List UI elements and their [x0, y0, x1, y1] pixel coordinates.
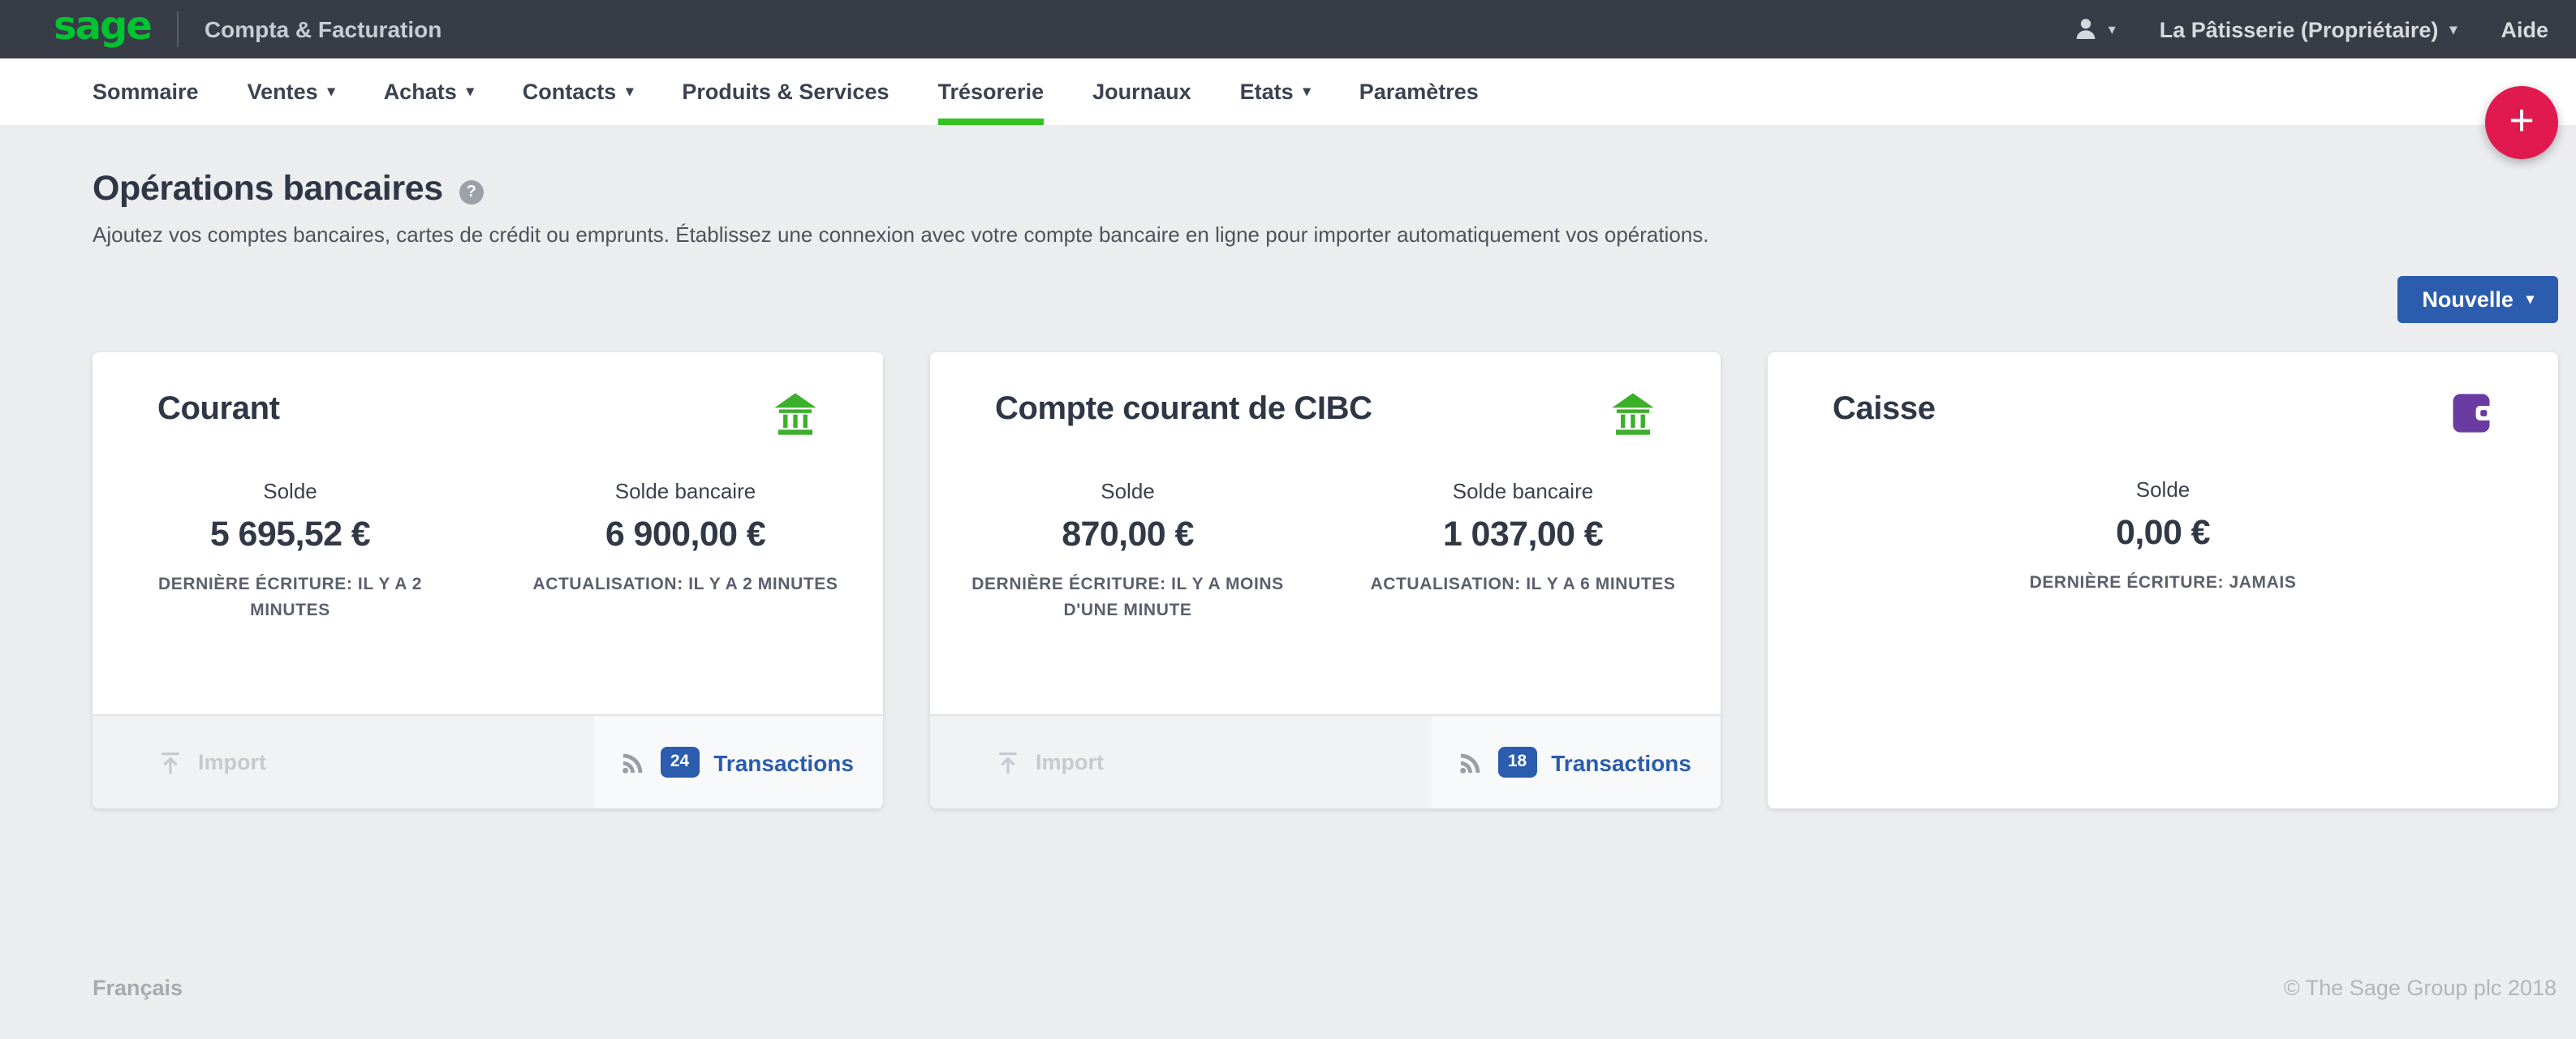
chevron-down-icon: ▾ [2449, 22, 2457, 37]
app-window: sage Compta & Facturation ▾ La Pâtisseri… [0, 0, 2576, 1039]
topbar: sage Compta & Facturation ▾ La Pâtisseri… [0, 0, 2576, 58]
app-title: Compta & Facturation [205, 16, 442, 42]
account-card-caisse: Caisse Solde 0,00 € DERNIÈRE ÉCRITURE: J… [1768, 352, 2558, 808]
feed-icon [1458, 749, 1484, 775]
bank-balance-label: Solde bancaire [1325, 479, 1721, 503]
bank-balance-value: 1 037,00 € [1325, 515, 1721, 555]
language-selector[interactable]: Français [93, 976, 183, 1000]
topbar-left: sage Compta & Facturation [54, 10, 442, 49]
topbar-right: ▾ La Pâtisserie (Propriétaire) ▾ Aide [2073, 16, 2548, 42]
plus-icon: + [2509, 98, 2535, 142]
bank-icon [1610, 391, 1656, 437]
account-cards: Courant Solde 5 695,52 € DERNIÈRE ÉCRITU… [0, 352, 2576, 808]
page-footer: Français © The Sage Group plc 2018 [93, 976, 2557, 1000]
wallet-icon [2449, 391, 2493, 435]
transactions-link[interactable]: Transactions [713, 749, 854, 775]
transactions-count-badge: 18 [1498, 748, 1536, 778]
nav-item-contacts[interactable]: Contacts▾ [523, 58, 634, 125]
page-title: Opérations bancaires [93, 169, 443, 209]
balance-note: DERNIÈRE ÉCRITURE: JAMAIS [1768, 571, 2558, 597]
add-fab-button[interactable]: + [2485, 86, 2558, 159]
chevron-down-icon: ▾ [2526, 292, 2534, 307]
divider [177, 11, 179, 47]
page-subtitle: Ajoutez vos comptes bancaires, cartes de… [0, 222, 2576, 247]
nav-item-produits-services[interactable]: Produits & Services [682, 58, 889, 125]
main-content: Opérations bancaires ? Ajoutez vos compt… [0, 125, 2576, 808]
nav-item-journaux[interactable]: Journaux [1092, 58, 1191, 125]
upload-icon [157, 749, 183, 775]
nouvelle-button[interactable]: Nouvelle ▾ [2397, 276, 2558, 323]
sage-logo[interactable]: sage [54, 6, 151, 45]
balance-value: 0,00 € [1768, 513, 2558, 554]
balance-note: DERNIÈRE ÉCRITURE: IL Y A 2 MINUTES [120, 573, 461, 624]
import-button: Import [93, 716, 266, 808]
bank-balance-note: ACTUALISATION: IL Y A 2 MINUTES [515, 573, 856, 599]
balance-value: 5 695,52 € [93, 515, 488, 555]
chevron-down-icon: ▾ [467, 84, 474, 99]
company-name: La Pâtisserie (Propriétaire) [2160, 17, 2439, 41]
chevron-down-icon: ▾ [626, 84, 633, 99]
chevron-down-icon: ▾ [2109, 22, 2116, 37]
account-name: Courant [157, 391, 280, 429]
bank-balance-label: Solde bancaire [488, 479, 883, 503]
nav-item-tresorerie[interactable]: Trésorerie [938, 58, 1045, 125]
nav-item-parametres[interactable]: Paramètres [1359, 58, 1479, 125]
copyright: © The Sage Group plc 2018 [2284, 976, 2557, 1000]
nav-item-etats[interactable]: Etats▾ [1240, 58, 1311, 125]
user-menu[interactable]: ▾ [2073, 16, 2116, 42]
balance-label: Solde [930, 479, 1325, 503]
balance-label: Solde [93, 479, 488, 503]
account-card-cibc: Compte courant de CIBC Solde 870,00 € DE… [930, 352, 1721, 808]
balance-value: 870,00 € [930, 515, 1325, 555]
nav-item-sommaire[interactable]: Sommaire [93, 58, 199, 125]
transactions-link[interactable]: Transactions [1551, 749, 1691, 775]
account-name: Compte courant de CIBC [995, 391, 1372, 429]
feed-icon [620, 749, 646, 775]
bank-icon [773, 391, 818, 437]
user-icon [2073, 16, 2099, 42]
page-head: Opérations bancaires ? [0, 169, 2576, 209]
help-link[interactable]: Aide [2501, 17, 2548, 41]
help-icon[interactable]: ? [459, 179, 484, 204]
chevron-down-icon: ▾ [328, 84, 335, 99]
chevron-down-icon: ▾ [1303, 84, 1311, 99]
account-card-courant: Courant Solde 5 695,52 € DERNIÈRE ÉCRITU… [93, 352, 883, 808]
bank-balance-note: ACTUALISATION: IL Y A 6 MINUTES [1353, 573, 1694, 599]
balance-label: Solde [1768, 477, 2558, 502]
company-menu[interactable]: La Pâtisserie (Propriétaire) ▾ [2160, 17, 2458, 41]
balance-note: DERNIÈRE ÉCRITURE: IL Y A MOINS D'UNE MI… [958, 573, 1299, 624]
import-button: Import [930, 716, 1104, 808]
transactions-button[interactable]: 18 Transactions [1432, 716, 1721, 808]
nav-item-ventes[interactable]: Ventes▾ [248, 58, 335, 125]
main-nav: Sommaire Ventes▾ Achats▾ Contacts▾ Produ… [0, 58, 2576, 125]
actions-row: Nouvelle ▾ [0, 276, 2576, 323]
account-name: Caisse [1833, 391, 1936, 429]
upload-icon [995, 749, 1021, 775]
transactions-button[interactable]: 24 Transactions [594, 716, 883, 808]
nav-item-achats[interactable]: Achats▾ [384, 58, 474, 125]
bank-balance-value: 6 900,00 € [488, 515, 883, 555]
transactions-count-badge: 24 [661, 748, 699, 778]
